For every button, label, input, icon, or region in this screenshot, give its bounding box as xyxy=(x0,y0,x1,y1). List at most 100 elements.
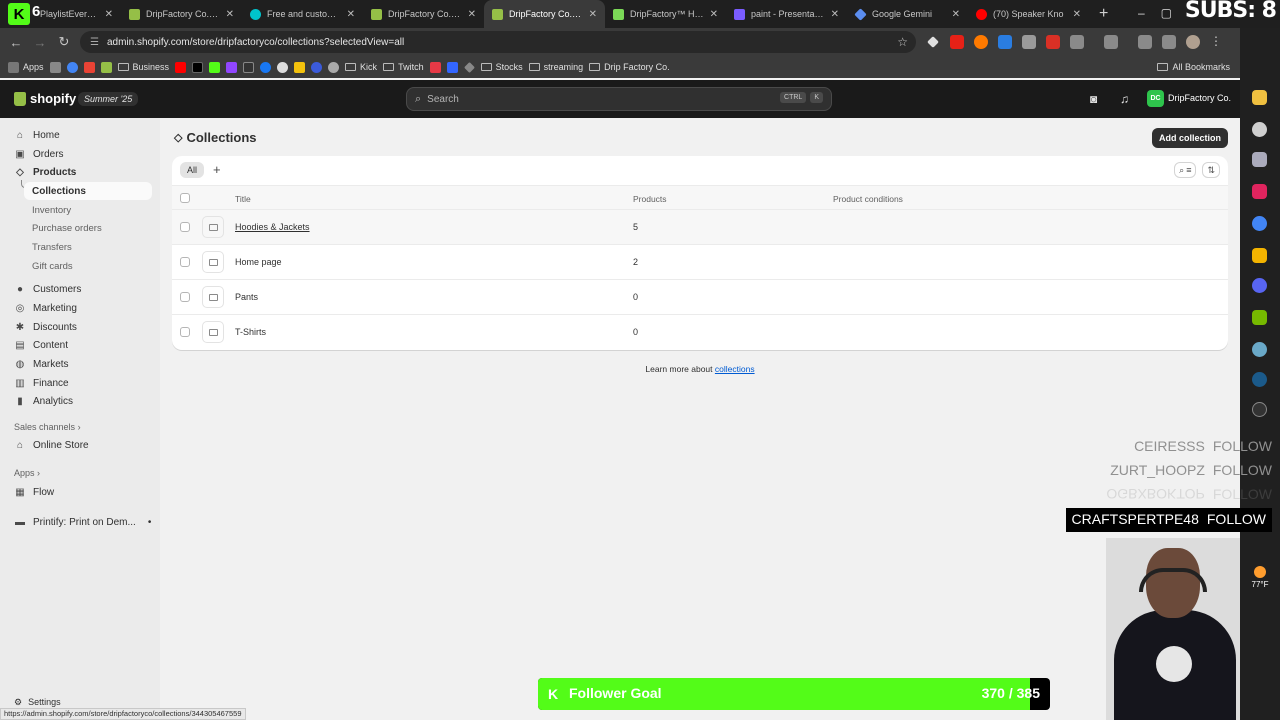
youtube-extension-icon[interactable] xyxy=(950,35,964,49)
browser-tab[interactable]: DripFactory Co. · Cus ✕ xyxy=(363,0,484,28)
browser-tab[interactable]: (70) Speaker Kno ✕ xyxy=(968,0,1089,28)
column-header-products[interactable]: Products xyxy=(633,194,667,204)
browser-tab[interactable]: Free and customizab ✕ xyxy=(242,0,363,28)
bookmark-icon-link[interactable] xyxy=(226,61,238,73)
table-row[interactable]: Pants 0 xyxy=(172,280,1228,315)
close-icon[interactable]: ✕ xyxy=(468,9,476,20)
add-collection-button[interactable]: Add collection xyxy=(1151,128,1228,148)
sidebar-item-online-store[interactable]: ⌂ Online Store xyxy=(8,436,152,454)
nvidia-icon[interactable] xyxy=(1252,310,1267,325)
weather-widget[interactable]: 77°F xyxy=(1246,566,1274,589)
bookmark-all[interactable]: All Bookmarks xyxy=(1157,62,1230,72)
browser-tab[interactable]: Google Gemini ✕ xyxy=(847,0,968,28)
app-icon[interactable] xyxy=(1252,152,1267,167)
extension-icon[interactable] xyxy=(998,35,1012,49)
profile-avatar-icon[interactable] xyxy=(1186,35,1200,49)
sidekick-icon[interactable]: ◙ xyxy=(1090,92,1097,106)
bookmark-icon-link[interactable] xyxy=(49,61,61,73)
sort-button[interactable]: ⇅ xyxy=(1202,162,1220,178)
browser-tab[interactable]: paint - Presentation ✕ xyxy=(726,0,847,28)
extension-icon[interactable] xyxy=(1046,35,1060,49)
table-row[interactable]: Home page 2 xyxy=(172,245,1228,280)
sidebar-item-flow[interactable]: ▦ Flow xyxy=(8,483,152,501)
row-checkbox[interactable] xyxy=(180,292,190,302)
site-info-icon[interactable]: ☰ xyxy=(90,37,99,48)
bookmark-icon-link[interactable] xyxy=(260,61,272,73)
back-icon[interactable]: ← xyxy=(4,35,28,50)
extension-icon[interactable] xyxy=(974,35,988,49)
tab-all[interactable]: All xyxy=(180,162,205,178)
row-checkbox[interactable] xyxy=(180,327,190,337)
extension-icon[interactable] xyxy=(1022,35,1036,49)
obs-icon[interactable] xyxy=(1252,402,1267,417)
discord-icon[interactable] xyxy=(1252,278,1267,293)
collections-help-link[interactable]: collections xyxy=(715,364,755,374)
extension-icon[interactable] xyxy=(1162,35,1176,49)
bookmark-apps[interactable]: Apps xyxy=(8,61,44,73)
edition-badge[interactable]: Summer '25 xyxy=(78,92,139,106)
sidebar-item-markets[interactable]: ◍ Markets xyxy=(8,355,152,373)
store-name[interactable]: DripFactory Co. xyxy=(1168,93,1231,103)
collection-title-link[interactable]: Home page xyxy=(235,257,282,267)
sidebar-item-discounts[interactable]: ✱ Discounts xyxy=(8,318,152,336)
bookmark-icon-link[interactable] xyxy=(446,61,458,73)
sidebar-icon[interactable] xyxy=(1104,35,1118,49)
bookmark-drip-factory[interactable]: Drip Factory Co. xyxy=(589,62,670,72)
bookmark-icon-link[interactable] xyxy=(209,61,221,73)
gear-icon[interactable] xyxy=(1252,122,1267,137)
close-icon[interactable]: ✕ xyxy=(347,9,355,20)
sidebar-item-content[interactable]: ▤ Content xyxy=(8,336,152,354)
bookmark-icon-link[interactable] xyxy=(192,61,204,73)
sidebar-item-collections[interactable]: Collections xyxy=(24,182,152,200)
sidebar-item-products[interactable]: ◇ Products xyxy=(8,163,152,181)
forward-icon[interactable]: → xyxy=(28,35,52,50)
extension-icon[interactable] xyxy=(927,36,939,48)
apps-heading[interactable]: Apps › xyxy=(14,468,40,478)
shopify-logo[interactable]: shopify xyxy=(14,91,76,106)
folder-icon[interactable] xyxy=(1252,90,1267,105)
sidebar-item-printify[interactable]: ▬ Printify: Print on Dem... • xyxy=(8,513,152,531)
bookmark-icon-link[interactable] xyxy=(311,61,323,73)
reload-icon[interactable]: ↻ xyxy=(52,34,76,50)
sidebar-item-customers[interactable]: ● Customers xyxy=(8,280,152,298)
row-checkbox[interactable] xyxy=(180,257,190,267)
close-icon[interactable]: ✕ xyxy=(1073,9,1081,20)
sidebar-item-finance[interactable]: ▥ Finance xyxy=(8,374,152,392)
bookmark-icon-link[interactable] xyxy=(294,61,306,73)
table-row[interactable]: Hoodies & Jackets 5 xyxy=(172,210,1228,245)
row-checkbox[interactable] xyxy=(180,222,190,232)
close-icon[interactable]: ✕ xyxy=(589,9,597,20)
window-controls[interactable]: –▢ xyxy=(1138,6,1188,20)
bookmark-icon-link[interactable] xyxy=(463,61,475,73)
close-icon[interactable]: ✕ xyxy=(226,9,234,20)
close-icon[interactable]: ✕ xyxy=(105,9,113,20)
search-input[interactable]: ⌕ Search CTRL K xyxy=(406,87,832,111)
sidebar-item-transfers[interactable]: Transfers xyxy=(32,239,72,255)
sidebar-item-inventory[interactable]: Inventory xyxy=(32,202,71,218)
bookmark-icon-link[interactable] xyxy=(243,61,255,73)
bookmark-stocks[interactable]: Stocks xyxy=(480,62,523,72)
collection-title-link[interactable]: Pants xyxy=(235,292,258,302)
add-view-button[interactable]: + xyxy=(213,162,221,177)
sidebar-item-marketing[interactable]: ◎ Marketing xyxy=(8,299,152,317)
column-header-title[interactable]: Title xyxy=(235,194,251,204)
close-icon[interactable]: ✕ xyxy=(710,9,718,20)
close-icon[interactable]: ✕ xyxy=(952,9,960,20)
bookmark-icon-link[interactable] xyxy=(100,61,112,73)
sales-channels-heading[interactable]: Sales channels › xyxy=(14,422,81,432)
steam-icon[interactable] xyxy=(1252,372,1267,387)
bookmark-icon-link[interactable] xyxy=(429,61,441,73)
store-avatar[interactable]: DC xyxy=(1147,90,1164,107)
bookmark-icon-link[interactable] xyxy=(328,61,340,73)
bookmark-business[interactable]: Business xyxy=(117,62,169,72)
close-icon[interactable]: ✕ xyxy=(831,9,839,20)
table-row[interactable]: T-Shirts 0 xyxy=(172,315,1228,350)
bookmark-icon-link[interactable] xyxy=(175,61,187,73)
app-icon[interactable] xyxy=(1252,342,1267,357)
sidebar-item-orders[interactable]: ▣ Orders xyxy=(8,145,152,163)
bookmark-twitch[interactable]: Twitch xyxy=(383,62,424,72)
collection-title-link[interactable]: Hoodies & Jackets xyxy=(235,222,310,232)
sidebar-item-settings[interactable]: ⚙ Settings xyxy=(14,697,61,708)
bookmark-icon-link[interactable] xyxy=(83,61,95,73)
more-menu-icon[interactable]: ⋮ xyxy=(1210,35,1224,49)
